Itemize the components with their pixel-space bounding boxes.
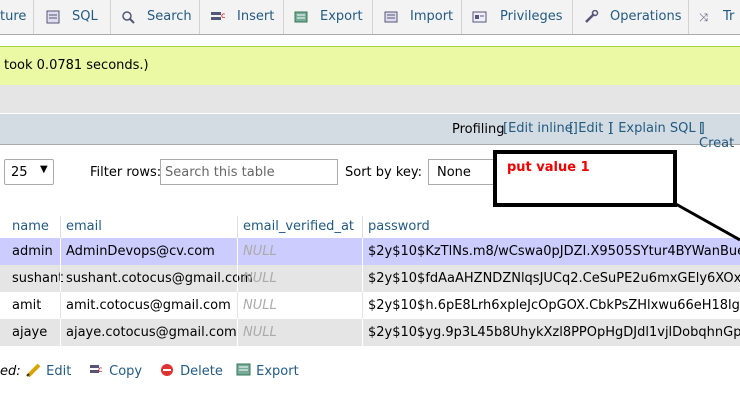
table-header: name email email_verified_at password bbox=[0, 216, 740, 238]
column-header-password[interactable]: password bbox=[368, 219, 430, 234]
tab-privileges[interactable]: Privileges bbox=[462, 0, 573, 34]
annotation-box: put value 1 bbox=[493, 150, 677, 207]
bulk-export-button[interactable]: Export bbox=[236, 362, 299, 382]
bulk-copy-button[interactable]: c Copy bbox=[89, 362, 142, 382]
filter-rows-label: Filter rows: bbox=[90, 165, 162, 180]
sort-by-key-select[interactable]: None bbox=[428, 159, 498, 185]
tab-label: Export bbox=[320, 9, 363, 24]
column-header-email-verified-at[interactable]: email_verified_at bbox=[243, 219, 354, 234]
delete-label: Delete bbox=[180, 364, 223, 379]
annotation-arrow bbox=[673, 201, 740, 242]
export-icon bbox=[236, 363, 251, 376]
import-icon bbox=[384, 11, 398, 23]
chevron-down-icon: ▼ bbox=[40, 164, 48, 175]
sql-icon bbox=[46, 10, 60, 24]
rows-value: 25 bbox=[11, 165, 28, 180]
insert-icon: c bbox=[211, 11, 225, 20]
cell-email-verified-at: NULL bbox=[243, 298, 277, 313]
wrench-icon bbox=[585, 10, 599, 23]
svg-text:⤨: ⤨ bbox=[699, 11, 708, 24]
tab-label: Privileges bbox=[500, 9, 563, 24]
cell-password: $2y$10$fdAaAHZNDZNlqsJUCq2.CeSuPE2u6mxGE… bbox=[368, 271, 740, 286]
cell-password: $2y$10$h.6pE8Lrh6xpleJcOpGOX.CbkPsZHlxwu… bbox=[368, 298, 740, 313]
cell-email-verified-at: NULL bbox=[243, 271, 277, 286]
delete-icon bbox=[161, 364, 173, 376]
cell-name: ajaye bbox=[12, 325, 48, 340]
tab-label: ture bbox=[0, 9, 27, 24]
cell-email: ajaye.cotocus@gmail.com bbox=[66, 325, 237, 340]
sql-options-bar: Profiling [Edit inline] [ Edit ] [ Expla… bbox=[0, 114, 740, 249]
filter-rows-input[interactable]: Search this table bbox=[160, 159, 338, 185]
tab-insert[interactable]: c Insert bbox=[200, 0, 284, 34]
profiling-label: Profiling bbox=[452, 122, 505, 137]
cell-name: admin bbox=[12, 244, 53, 259]
with-selected-label: ed: bbox=[0, 364, 21, 379]
cell-email-verified-at: NULL bbox=[243, 325, 277, 340]
tab-structure[interactable]: ture bbox=[0, 0, 34, 34]
cell-email: AdminDevops@cv.com bbox=[66, 244, 215, 259]
cell-email-verified-at: NULL bbox=[243, 244, 277, 259]
tab-operations[interactable]: Operations bbox=[573, 0, 689, 34]
explain-sql-link[interactable]: [ Explain SQL ] bbox=[609, 121, 705, 136]
tab-label: Insert bbox=[237, 9, 275, 24]
svg-text:c: c bbox=[98, 365, 102, 374]
copy-icon: c bbox=[90, 365, 102, 374]
tab-label: Import bbox=[410, 9, 454, 24]
bulk-delete-button[interactable]: Delete bbox=[160, 362, 223, 382]
rows-select[interactable]: 25 ▼ bbox=[4, 159, 54, 185]
tab-import[interactable]: Import bbox=[373, 0, 462, 34]
edit-link[interactable]: [ Edit ] bbox=[569, 121, 613, 136]
svg-text:c: c bbox=[221, 11, 225, 20]
bulk-edit-button[interactable]: Edit bbox=[26, 362, 71, 382]
filter-placeholder: Search this table bbox=[165, 165, 275, 180]
cell-name: amit bbox=[12, 298, 42, 313]
sort-value: None bbox=[437, 165, 471, 180]
column-header-name[interactable]: name bbox=[12, 219, 49, 234]
column-header-email[interactable]: email bbox=[66, 219, 102, 234]
tab-label: Operations bbox=[610, 9, 682, 24]
tab-label: SQL bbox=[72, 9, 98, 24]
tab-triggers[interactable]: ⤨ Tr bbox=[689, 0, 740, 34]
annotation-text: put value 1 bbox=[507, 160, 590, 175]
table-row[interactable]: admin AdminDevops@cv.com NULL $2y$10$KzT… bbox=[0, 238, 740, 265]
sql-query-box bbox=[0, 85, 740, 113]
sort-by-key-label: Sort by key: bbox=[345, 165, 423, 180]
cell-email: sushant.cotocus@gmail.com bbox=[66, 271, 253, 286]
privileges-icon bbox=[472, 11, 487, 23]
export-label: Export bbox=[256, 364, 299, 379]
export-icon bbox=[294, 11, 308, 23]
tab-search[interactable]: Search bbox=[111, 0, 200, 34]
search-icon bbox=[122, 11, 135, 24]
table-row[interactable]: amit amit.cotocus@gmail.com NULL $2y$10$… bbox=[0, 292, 740, 319]
copy-label: Copy bbox=[109, 364, 143, 379]
success-message: took 0.0781 seconds.) bbox=[0, 46, 740, 86]
cell-password: $2y$10$yg.9p3L45b8UhykXzl8PPOpHgDJdl1vjl… bbox=[368, 325, 740, 340]
create-php-code-link[interactable]: [ Creat bbox=[699, 121, 740, 151]
edit-label: Edit bbox=[46, 364, 72, 379]
tab-sql[interactable]: SQL bbox=[34, 0, 111, 34]
edit-inline-link[interactable]: [Edit inline] bbox=[503, 121, 578, 136]
top-tab-bar: ture SQL Search c Insert Export Import P… bbox=[0, 0, 740, 35]
cell-name: sushant bbox=[12, 271, 64, 286]
table-row[interactable]: ajaye ajaye.cotocus@gmail.com NULL $2y$1… bbox=[0, 319, 740, 346]
tab-export[interactable]: Export bbox=[284, 0, 373, 34]
table-row[interactable]: sushant sushant.cotocus@gmail.com NULL $… bbox=[0, 265, 740, 292]
query-time-text: took 0.0781 seconds.) bbox=[4, 58, 149, 73]
pencil-icon bbox=[26, 363, 41, 378]
tab-label: Search bbox=[147, 9, 192, 24]
triggers-icon: ⤨ bbox=[699, 11, 708, 24]
tab-label: Tr bbox=[723, 9, 735, 24]
cell-email: amit.cotocus@gmail.com bbox=[66, 298, 231, 313]
